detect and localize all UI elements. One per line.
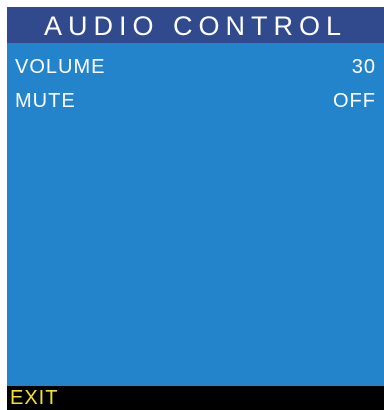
volume-value: 30 — [351, 56, 376, 78]
volume-label: VOLUME — [15, 56, 106, 78]
mute-label: MUTE — [15, 90, 76, 112]
exit-button[interactable]: EXIT — [10, 387, 58, 410]
menu-item-volume[interactable]: VOLUME 30 — [7, 52, 384, 82]
menu-item-mute[interactable]: MUTE OFF — [7, 86, 384, 116]
footer-bar: EXIT — [7, 386, 384, 410]
menu-title: AUDIO CONTROL — [7, 7, 384, 43]
mute-value: OFF — [333, 90, 376, 112]
osd-audio-menu: AUDIO CONTROL VOLUME 30 MUTE OFF EXIT — [7, 7, 384, 410]
